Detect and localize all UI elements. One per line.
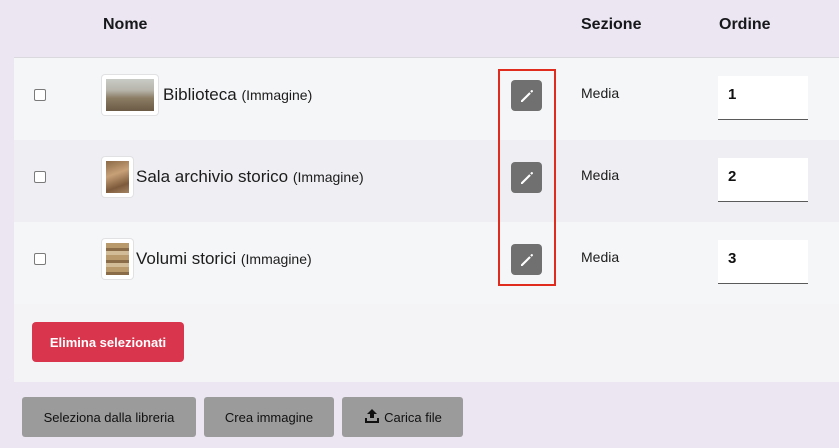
table-row: Volumi storici (Immagine) Media 3 [14, 222, 839, 305]
order-input[interactable]: 1 [718, 76, 808, 120]
row-checkbox[interactable] [34, 89, 46, 101]
item-title: Volumi storici [136, 249, 237, 268]
table-footer: Elimina selezionati [14, 304, 839, 382]
order-input[interactable]: 3 [718, 240, 808, 284]
row-checkbox[interactable] [34, 171, 46, 183]
row-checkbox[interactable] [34, 253, 46, 265]
image-preview [106, 161, 129, 193]
item-type: (Immagine) [292, 169, 364, 185]
table-row: Biblioteca (Immagine) Media 1 [14, 58, 839, 141]
create-image-button[interactable]: Crea immagine [204, 397, 334, 437]
section-value: Media [581, 249, 620, 265]
upload-label: Carica file [384, 409, 442, 425]
section-value: Media [581, 85, 620, 101]
pencil-icon [520, 253, 533, 266]
upload-icon [363, 408, 381, 427]
column-header-ordine: Ordine [719, 16, 771, 33]
thumbnail-biblioteca [102, 75, 158, 115]
table-header: Nome Sezione Ordine [0, 0, 839, 56]
pencil-icon [520, 171, 533, 184]
edit-button[interactable] [511, 162, 542, 193]
pencil-icon [520, 89, 533, 102]
image-preview [106, 79, 154, 111]
select-from-library-button[interactable]: Seleziona dalla libreria [22, 397, 196, 437]
item-name: Volumi storici (Immagine) [136, 249, 312, 269]
edit-button[interactable] [511, 80, 542, 111]
item-title: Biblioteca [163, 85, 237, 104]
edit-button[interactable] [511, 244, 542, 275]
item-type: (Immagine) [241, 87, 313, 103]
section-value: Media [581, 167, 620, 183]
item-name: Sala archivio storico (Immagine) [136, 167, 364, 187]
order-input[interactable]: 2 [718, 158, 808, 202]
upload-file-button[interactable]: Carica file [342, 397, 463, 437]
column-header-nome: Nome [103, 16, 148, 33]
column-header-sezione: Sezione [581, 16, 642, 33]
item-type: (Immagine) [240, 251, 312, 267]
table-row: Sala archivio storico (Immagine) Media 2 [14, 140, 839, 223]
media-table: Biblioteca (Immagine) Media 1 Sala archi… [14, 57, 839, 382]
thumbnail-sala-archivio-storico [102, 157, 133, 197]
thumbnail-volumi-storici [102, 239, 133, 279]
item-title: Sala archivio storico [136, 167, 289, 186]
item-name: Biblioteca (Immagine) [163, 85, 312, 105]
delete-selected-button[interactable]: Elimina selezionati [32, 322, 184, 362]
image-preview [106, 243, 129, 275]
